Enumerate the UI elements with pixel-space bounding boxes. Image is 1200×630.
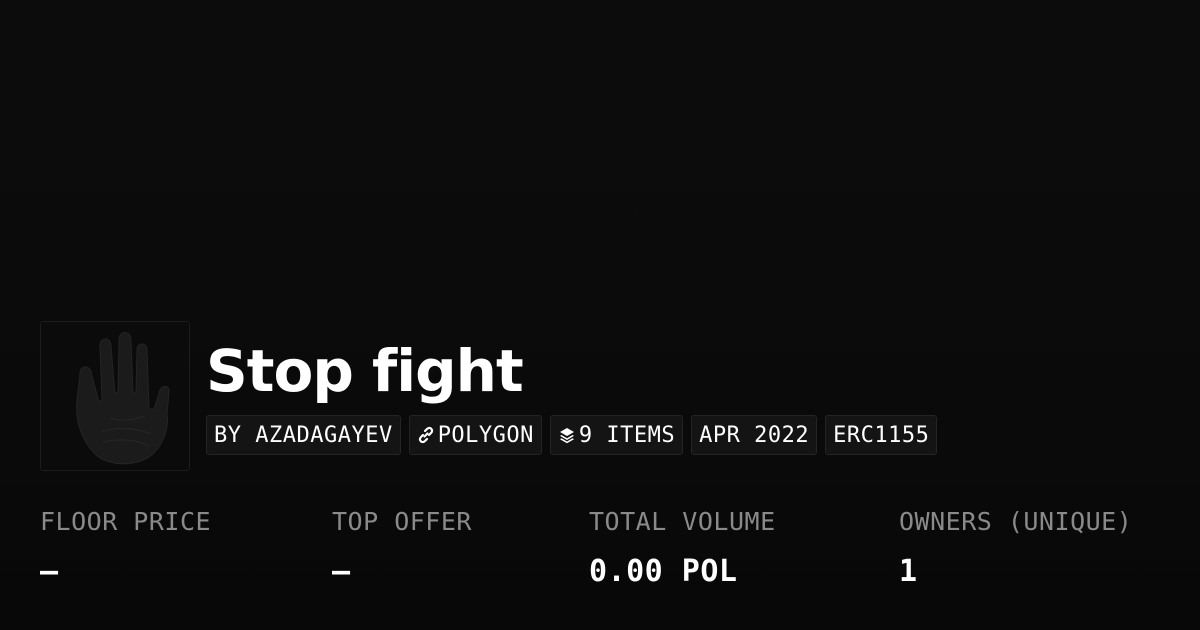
stat-total-volume: TOTAL VOLUME 0.00 POL [589, 500, 776, 600]
tag-chain[interactable]: POLYGON [408, 415, 542, 455]
stat-floor-price-label: FLOOR PRICE [40, 507, 212, 536]
stat-owners-value: 1 [899, 554, 918, 589]
tag-date: APR 2022 [691, 415, 818, 455]
hand-print-icon [41, 322, 189, 470]
tag-chain-label: POLYGON [437, 422, 534, 448]
stat-owners: OWNERS (UNIQUE) 1 [899, 500, 1132, 600]
collection-title: Stop fight [206, 337, 524, 405]
collection-thumbnail[interactable] [40, 321, 190, 471]
stat-top-offer: TOP OFFER – [332, 500, 472, 600]
chain-link-icon [417, 426, 435, 444]
stat-total-volume-value: 0.00 POL [589, 554, 738, 589]
layers-icon [558, 426, 576, 444]
tag-items[interactable]: 9 ITEMS [549, 415, 684, 455]
collection-tags: BY AZADAGAYEV POLYGON 9 ITEMS APR 2022 E… [206, 415, 938, 455]
tag-creator-label: BY AZADAGAYEV [214, 422, 393, 448]
tag-date-label: APR 2022 [699, 422, 810, 448]
tag-standard-label: ERC1155 [833, 422, 930, 448]
stat-top-offer-value: – [332, 554, 351, 589]
tag-items-label: 9 ITEMS [578, 422, 676, 448]
stat-top-offer-label: TOP OFFER [332, 507, 472, 536]
tag-creator[interactable]: BY AZADAGAYEV [206, 415, 401, 455]
stat-floor-price-value: – [40, 554, 59, 589]
stat-owners-label: OWNERS (UNIQUE) [899, 507, 1133, 536]
tag-standard: ERC1155 [825, 415, 938, 455]
collection-stats: FLOOR PRICE – TOP OFFER – TOTAL VOLUME 0… [0, 500, 1200, 610]
stat-total-volume-label: TOTAL VOLUME [589, 507, 776, 536]
stat-floor-price: FLOOR PRICE – [40, 500, 211, 600]
